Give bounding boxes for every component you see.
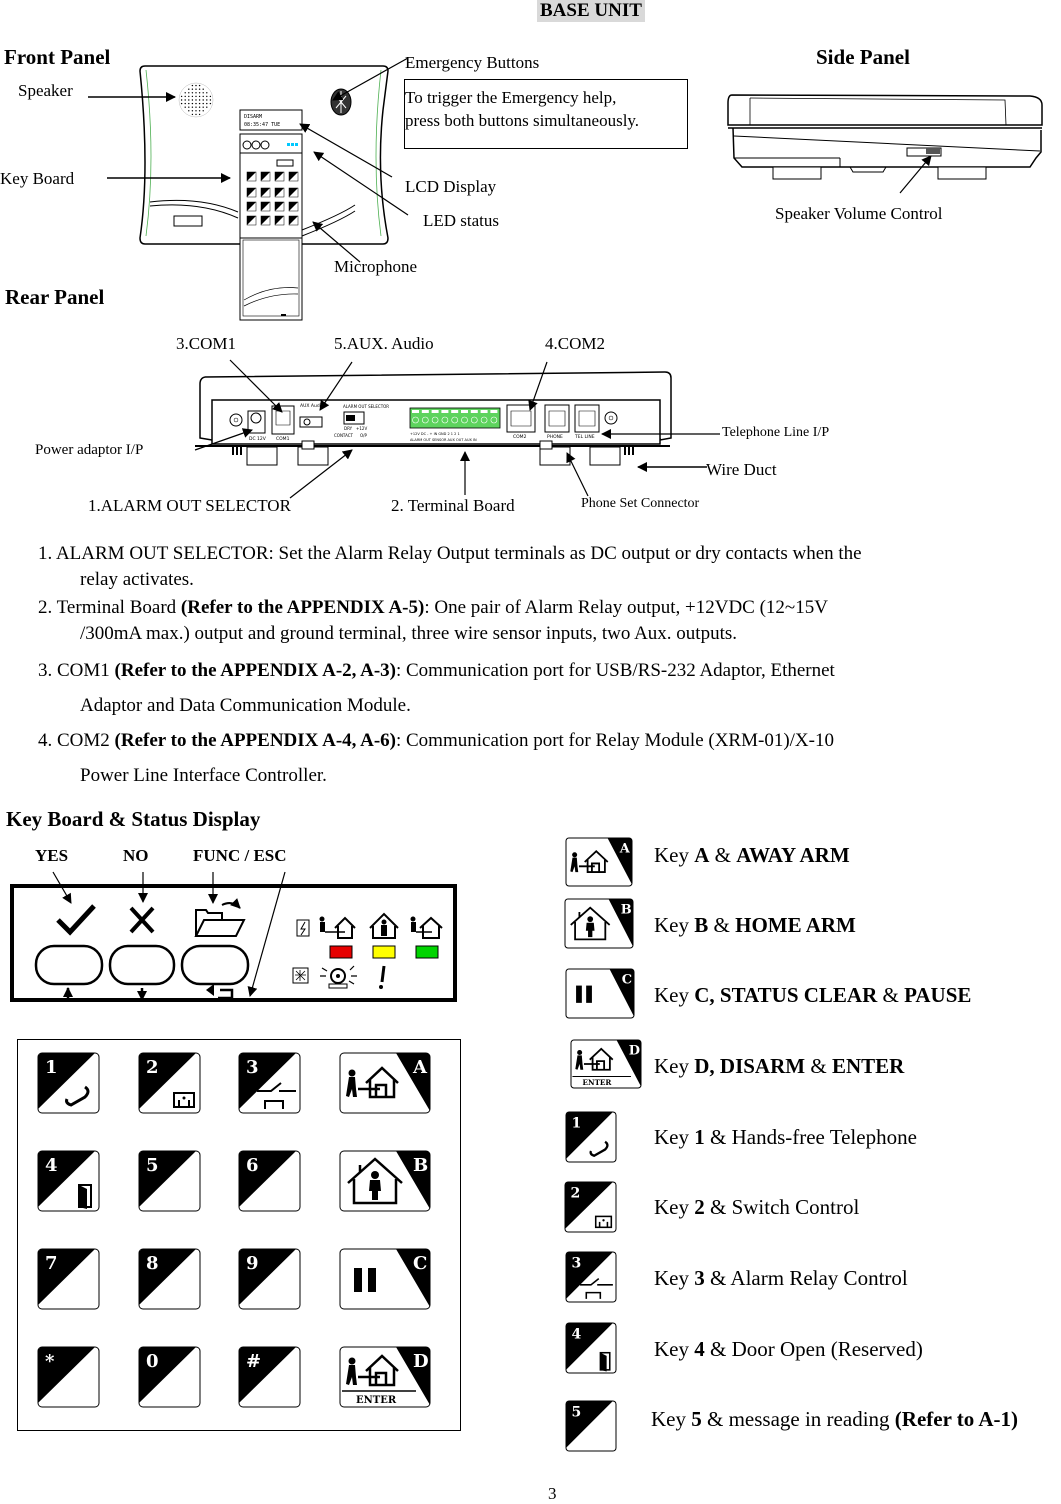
key-B[interactable]: B <box>564 898 634 949</box>
pause-icon <box>576 985 582 1003</box>
side-panel-diagram <box>727 94 1043 194</box>
key-D[interactable]: D ENTER <box>570 1039 642 1089</box>
legend-item: Key 4 & Door Open (Reserved) <box>654 1337 923 1361</box>
legend-item: Key 1 & Hands-free Telephone <box>654 1125 917 1149</box>
key-2[interactable]: 2 <box>564 1181 617 1233</box>
svg-text:4: 4 <box>571 1327 581 1343</box>
legend-item: Key D, DISARM & ENTER <box>654 1054 905 1078</box>
switch-icon <box>594 1215 613 1229</box>
page-number: 3 <box>548 1484 557 1503</box>
legend-item: Key C, STATUS CLEAR & PAUSE <box>654 983 972 1007</box>
key-C[interactable]: C <box>565 968 635 1019</box>
legend-item: Key 3 & Alarm Relay Control <box>654 1266 908 1290</box>
legend-item: Key B & HOME ARM <box>654 913 856 937</box>
legend-icons: A B C D ENTER 1 2 3 4 5 <box>564 837 642 1452</box>
key-3[interactable]: 3 <box>565 1251 617 1303</box>
key-4[interactable]: 4 <box>565 1322 617 1374</box>
key-A[interactable]: A <box>565 837 633 887</box>
svg-text:A: A <box>619 841 631 856</box>
legend-item: Key A & AWAY ARM <box>654 843 850 867</box>
svg-text:2: 2 <box>570 1186 580 1202</box>
svg-text:5: 5 <box>571 1405 581 1421</box>
legend-item: Key 5 & message in reading (Refer to A-1… <box>651 1407 1019 1431</box>
svg-text:B: B <box>621 902 632 917</box>
svg-text:D: D <box>629 1043 640 1058</box>
svg-text:1: 1 <box>571 1116 581 1132</box>
svg-text:ENTER: ENTER <box>583 1078 613 1087</box>
svg-text:3: 3 <box>571 1256 581 1272</box>
key-5[interactable]: 5 <box>565 1400 617 1452</box>
key-1[interactable]: 1 <box>565 1111 617 1163</box>
svg-text:C: C <box>622 972 632 987</box>
legend-item: Key 2 & Switch Control <box>654 1195 860 1219</box>
